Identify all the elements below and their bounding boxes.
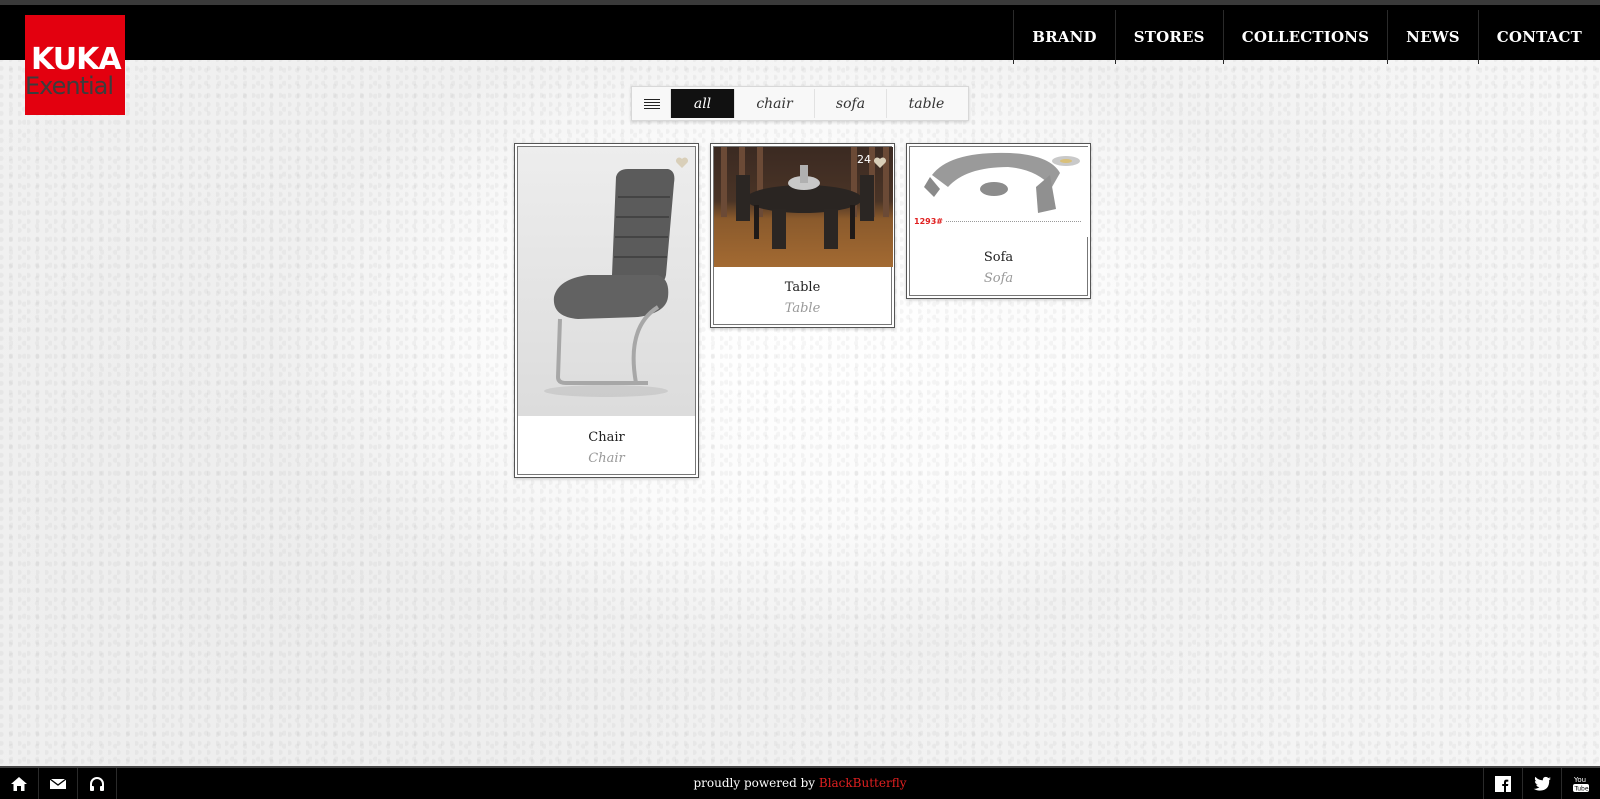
card-frame: 1293# Sofa Sofa	[909, 146, 1089, 296]
card-frame: 24 Table Table	[713, 146, 893, 325]
card-caption: Table Table	[714, 280, 891, 316]
powered-by-text: proudly powered by BlackButterfly	[0, 776, 1600, 790]
card-title[interactable]: Sofa	[910, 250, 1087, 265]
powered-brand-link[interactable]: BlackButterfly	[819, 776, 907, 790]
card-title[interactable]: Chair	[518, 430, 695, 445]
nav-brand[interactable]: BRAND	[1013, 10, 1115, 64]
nav-collections[interactable]: COLLECTIONS	[1222, 10, 1387, 64]
like-count: 24	[857, 153, 871, 166]
top-navigation-bar: BRAND STORES COLLECTIONS NEWS CONTACT	[0, 0, 1600, 64]
card-category: Table	[784, 301, 821, 316]
footer-bar: proudly powered by BlackButterfly You Tub…	[0, 766, 1600, 799]
svg-text:Tube: Tube	[1574, 785, 1589, 792]
list-icon	[644, 97, 660, 111]
filter-table[interactable]: table	[886, 89, 966, 118]
logo-text-kuka: KUKA	[31, 42, 122, 77]
category-filter-bar: all chair sofa table	[631, 86, 969, 121]
card-caption: Sofa Sofa	[910, 250, 1087, 286]
filter-chair[interactable]: chair	[734, 89, 814, 118]
nav-stores[interactable]: STORES	[1114, 10, 1223, 64]
sofa-model-number: 1293#	[914, 217, 943, 226]
card-frame: Chair Chair	[517, 146, 696, 475]
card-caption: Chair Chair	[518, 430, 695, 466]
heart-icon[interactable]	[675, 154, 689, 168]
svg-text:You: You	[1573, 776, 1586, 784]
card-title[interactable]: Table	[714, 280, 891, 295]
twitter-icon[interactable]	[1522, 768, 1561, 799]
powered-prefix: proudly powered by	[693, 776, 816, 790]
filter-sofa[interactable]: sofa	[814, 89, 886, 118]
heart-icon[interactable]	[873, 154, 887, 168]
card-category: Chair	[588, 451, 625, 466]
card-category: Sofa	[983, 271, 1014, 286]
filter-all[interactable]: all	[670, 89, 734, 118]
facebook-icon[interactable]	[1483, 768, 1522, 799]
logo-text-exential: Exential	[25, 73, 125, 103]
table-image[interactable]: 24	[714, 147, 893, 267]
sofa-dimension-line	[946, 221, 1081, 222]
site-logo[interactable]: KUKA Exential	[25, 15, 125, 115]
youtube-icon[interactable]: You Tube	[1561, 768, 1600, 799]
footer-social-icons: You Tube	[1483, 768, 1600, 799]
product-card-table[interactable]: 24 Table Table	[710, 143, 895, 328]
nav-contact[interactable]: CONTACT	[1477, 10, 1600, 64]
chair-illustration	[544, 169, 675, 397]
nav-news[interactable]: NEWS	[1387, 10, 1478, 64]
product-card-chair[interactable]: Chair Chair	[514, 143, 699, 478]
sofa-image[interactable]: 1293#	[910, 147, 1089, 237]
chair-image[interactable]	[518, 147, 695, 416]
product-card-sofa[interactable]: 1293# Sofa Sofa	[906, 143, 1091, 299]
filter-menu-button[interactable]	[634, 89, 670, 118]
main-nav: BRAND STORES COLLECTIONS NEWS CONTACT	[1013, 10, 1600, 64]
